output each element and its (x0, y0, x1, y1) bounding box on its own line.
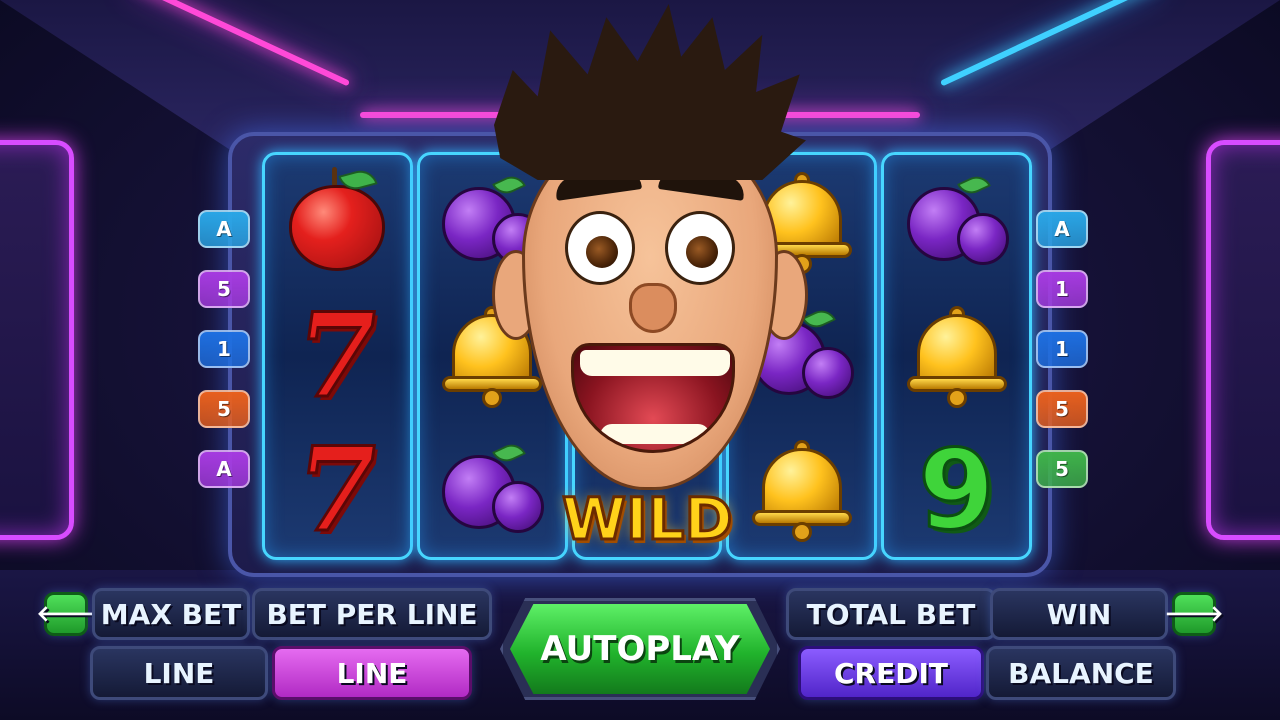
right-door (1206, 140, 1280, 540)
prev-arrow-button[interactable]: 🡐 (37, 592, 96, 636)
seven-icon: 7 (286, 287, 389, 426)
payline-badge[interactable]: A (198, 450, 250, 488)
payline-badge[interactable]: 1 (1036, 330, 1088, 368)
bell-icon (902, 301, 1012, 411)
apple-icon (282, 166, 392, 277)
payline-badge[interactable]: 5 (1036, 450, 1088, 488)
payline-badges-right: A 1 1 5 5 (1036, 210, 1088, 488)
seven-icon: 7 (286, 421, 389, 560)
next-arrow-button[interactable]: 🡒 (1165, 592, 1224, 636)
payline-badge[interactable]: 5 (198, 270, 250, 308)
nine-icon: 9 (917, 426, 997, 554)
line-button[interactable]: LINE (90, 646, 268, 700)
win-label: WIN (1046, 597, 1112, 631)
max-bet-button[interactable]: MAX BET (92, 588, 250, 640)
autoplay-label: AUTOPLAY (540, 629, 740, 669)
line-select-label: LINE (336, 656, 408, 690)
arrow-right-icon: 🡒 (1164, 602, 1224, 627)
win-button[interactable]: WIN (990, 588, 1168, 640)
line-select-button[interactable]: LINE (272, 646, 472, 700)
payline-badge[interactable]: 1 (198, 330, 250, 368)
payline-badge[interactable]: A (1036, 210, 1088, 248)
wild-character-icon (492, 0, 808, 505)
credit-button[interactable]: CREDIT (798, 646, 984, 700)
line-label: LINE (143, 656, 215, 690)
total-bet-label: TOTAL BET (806, 597, 976, 631)
plum-icon (902, 167, 1012, 277)
payline-badges-left: A 5 1 5 A (198, 210, 250, 488)
balance-button[interactable]: BALANCE (986, 646, 1176, 700)
bet-per-line-label: BET PER LINE (266, 597, 478, 631)
wild-label: WILD (561, 485, 735, 553)
total-bet-button[interactable]: TOTAL BET (786, 588, 996, 640)
reel-1: 7 7 (262, 152, 413, 560)
credit-label: CREDIT (834, 656, 948, 690)
arrow-left-icon: 🡐 (36, 602, 96, 627)
bet-per-line-button[interactable]: BET PER LINE (252, 588, 492, 640)
payline-badge[interactable]: 5 (1036, 390, 1088, 428)
balance-label: BALANCE (1008, 656, 1154, 690)
max-bet-label: MAX BET (100, 597, 242, 631)
face (522, 130, 778, 490)
autoplay-button[interactable]: AUTOPLAY (510, 604, 770, 694)
payline-badge[interactable]: A (198, 210, 250, 248)
payline-badge[interactable]: 1 (1036, 270, 1088, 308)
reel-5: 9 (881, 152, 1032, 560)
left-door (0, 140, 74, 540)
payline-badge[interactable]: 5 (198, 390, 250, 428)
